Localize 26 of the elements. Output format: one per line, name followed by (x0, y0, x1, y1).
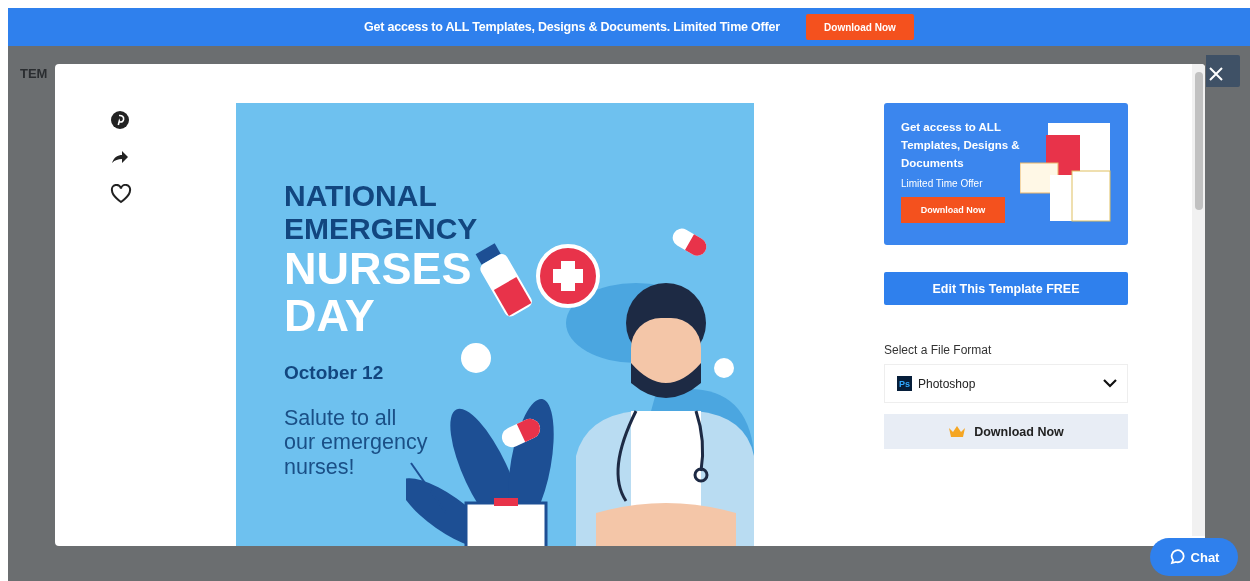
poster-headline: NATIONAL (284, 179, 438, 212)
poster-headline: EMERGENCY (284, 212, 478, 245)
poster-message: Salute to all our emergency nurses! (284, 405, 429, 480)
chevron-down-icon (1103, 379, 1117, 388)
download-now-button[interactable]: Download Now (901, 197, 1005, 224)
promo-card-text: Get access to ALL Templates, Designs & Documents (901, 120, 1021, 171)
page-title: TEM (20, 66, 48, 81)
promo-text: Get access to ALL Templates, Designs & Documents. Limited Time Offer (364, 20, 780, 34)
poster-date: October 12 (284, 361, 385, 384)
download-now-button[interactable]: Download Now (805, 14, 914, 40)
chat-button[interactable]: Chat (1150, 538, 1238, 576)
poster-headline: DAY (284, 292, 376, 340)
photoshop-icon: Ps (897, 376, 912, 391)
edit-template-button[interactable]: Edit This Template FREE (884, 272, 1128, 305)
share-icon[interactable] (110, 148, 130, 166)
crown-icon (948, 424, 967, 439)
download-now-button[interactable]: Download Now (884, 414, 1128, 449)
close-icon[interactable] (1208, 66, 1224, 82)
file-format-dropdown[interactable]: Ps Photoshop (884, 364, 1128, 403)
file-format-value: Photoshop (918, 376, 977, 391)
heart-icon[interactable] (110, 184, 132, 204)
poster-headline: NURSES (284, 245, 473, 293)
promo-card-subtext: Limited Time Offer (901, 178, 984, 190)
chat-bubble-icon (1168, 549, 1185, 565)
file-format-label: Select a File Format (884, 343, 993, 357)
pinterest-icon[interactable] (110, 110, 130, 130)
